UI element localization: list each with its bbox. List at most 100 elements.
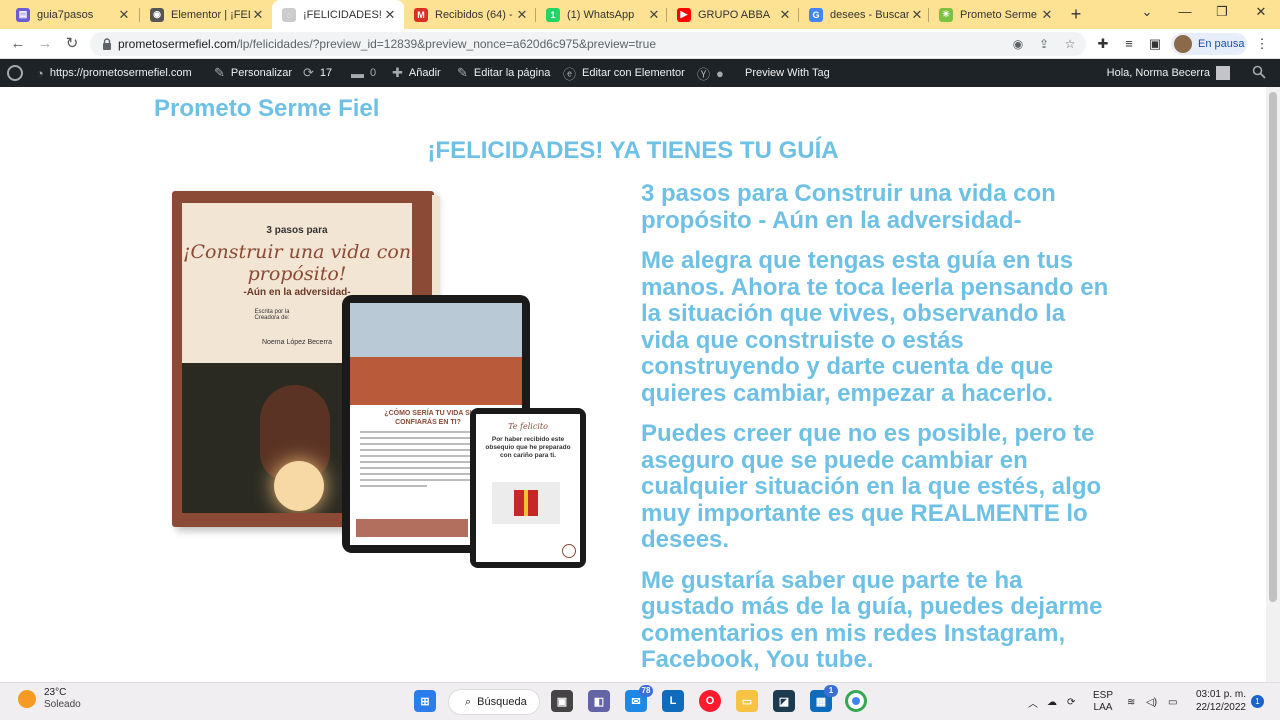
tray-chevron-icon[interactable]: ︿ [1028, 683, 1038, 721]
new-tab-button[interactable]: + [1066, 4, 1086, 24]
clock-time: 03:01 p. m. [1195, 689, 1246, 700]
back-button[interactable]: ← [8, 34, 28, 54]
minimize-button[interactable]: — [1170, 4, 1200, 19]
pencil-icon: ✎ [457, 65, 468, 80]
clock[interactable]: 03:01 p. m. 22/12/2022 [1190, 688, 1246, 714]
maximize-button[interactable]: ❐ [1207, 4, 1237, 20]
browser-tab[interactable]: M Recibidos (64) - n ✕ [404, 0, 536, 29]
wp-preview-tag-link[interactable]: Preview With Tag [745, 59, 830, 87]
close-tab-icon[interactable]: ✕ [116, 7, 132, 23]
monitor-app-icon[interactable]: ◪ [773, 690, 795, 712]
tab-favicon-icon: ✳ [939, 7, 953, 22]
close-tab-icon[interactable]: ✕ [1039, 7, 1055, 23]
tab-separator [928, 8, 929, 22]
weather-widget[interactable]: 23°C Soleado [18, 687, 81, 711]
opera-icon[interactable]: O [699, 690, 721, 712]
url-text: prometosermefiel.com/lp/felicidades/?pre… [118, 37, 657, 51]
wp-logo-menu[interactable] [7, 59, 23, 87]
language-indicator[interactable]: ESP LAA [1093, 683, 1113, 721]
close-tab-icon[interactable]: ✕ [646, 7, 662, 23]
eye-icon[interactable]: ◉ [1010, 37, 1026, 51]
wp-elementor-link[interactable]: ⓔ Editar con Elementor [563, 59, 685, 87]
chrome-icon[interactable] [845, 690, 867, 712]
close-tab-icon[interactable]: ✕ [250, 7, 266, 23]
wifi-icon[interactable]: ≋ [1127, 683, 1135, 721]
browser-tab[interactable]: ▤ guia7pasos ✕ [6, 0, 138, 29]
browser-tab[interactable]: ✳ Prometo Serme F ✕ [929, 0, 1061, 29]
share-icon[interactable]: ⇪ [1036, 37, 1052, 51]
tab-title: Prometo Serme F [960, 8, 1039, 21]
wp-customize-link[interactable]: ✎ Personalizar [214, 59, 292, 87]
scrollbar[interactable] [1266, 87, 1280, 682]
lang-primary: ESP [1093, 690, 1114, 701]
notification-badge[interactable]: 1 [1251, 695, 1264, 708]
page-content: Prometo Serme Fiel ¡FELICIDADES! YA TIEN… [0, 87, 1266, 682]
forward-button[interactable]: → [35, 34, 55, 54]
wp-add-new-link[interactable]: ✚ Añadir [392, 59, 441, 87]
store-icon[interactable]: ▦ 1 [810, 685, 838, 712]
extensions-icon[interactable]: ✚ [1095, 36, 1111, 52]
search-icon[interactable] [1252, 65, 1266, 79]
reload-button[interactable]: ↻ [62, 34, 82, 54]
tab-title: Recibidos (64) - n [435, 8, 514, 21]
close-tab-icon[interactable]: ✕ [909, 7, 925, 23]
cloud-icon[interactable]: ☁ [1047, 683, 1057, 721]
tab-separator [798, 8, 799, 22]
close-window-button[interactable]: ✕ [1246, 4, 1276, 20]
guide-mockup-image: 3 pasos para ¡Construir una vida con pro… [168, 191, 588, 571]
wp-yoast-link[interactable]: Ⓨ ● [697, 59, 730, 87]
side-panel-icon[interactable]: ▣ [1147, 36, 1163, 52]
browser-tab[interactable]: Gdesees - Buscar c✕ [799, 0, 931, 29]
mail-icon[interactable]: ✉ 78 [625, 685, 653, 712]
windows-start-icon[interactable]: ⊞ [414, 690, 436, 712]
page-heading: ¡FELICIDADES! YA TIENES TU GUÍA [427, 137, 839, 164]
plus-icon: ✚ [392, 65, 403, 80]
tab-favicon-icon: M [414, 7, 428, 22]
site-title[interactable]: Prometo Serme Fiel [154, 95, 379, 123]
browser-toolbar: ← → ↻ prometosermefiel.com/lp/felicidade… [0, 29, 1280, 59]
scrollbar-thumb[interactable] [1269, 92, 1277, 602]
browser-tab[interactable]: ◉ Elementor | ¡FELIC✕ [140, 0, 272, 29]
tab-favicon-icon: ▶ [677, 7, 691, 22]
lock-icon[interactable] [100, 37, 114, 51]
taskbar-search-label: Búsqueda [477, 696, 527, 708]
close-tab-icon[interactable]: ✕ [777, 7, 793, 23]
close-tab-icon[interactable]: ✕ [382, 7, 398, 23]
task-view-icon[interactable]: ▣ [551, 690, 573, 712]
wp-edit-page-link[interactable]: ✎ Editar la página [457, 59, 550, 87]
phone-greeting: Te felicito [508, 422, 548, 431]
wp-preview-label: Preview With Tag [745, 67, 830, 79]
tab-favicon-icon: 1 [546, 7, 560, 22]
battery-icon[interactable]: ▭ [1168, 683, 1177, 721]
tab-favicon-icon: ▤ [16, 7, 30, 22]
menu-icon[interactable]: ⋮ [1254, 36, 1270, 52]
tab-separator [666, 8, 667, 22]
comment-icon: ▬ [351, 65, 364, 81]
book-line1: 3 pasos para [266, 225, 328, 236]
sync-icon[interactable]: ⟳ [1067, 683, 1075, 721]
wp-account-menu[interactable]: Hola, Norma Becerra [1107, 59, 1230, 87]
reading-list-icon[interactable]: ≡ [1121, 36, 1137, 52]
avatar [1174, 35, 1192, 53]
chat-icon[interactable]: ◧ [588, 690, 610, 712]
close-tab-icon[interactable]: ✕ [514, 7, 530, 23]
app-l-icon[interactable]: L [662, 690, 684, 712]
star-icon[interactable]: ☆ [1062, 37, 1078, 51]
file-explorer-icon[interactable]: ▭ [736, 690, 758, 712]
wp-site-link[interactable]: ◔ https://prometosermefiel.com [36, 59, 192, 87]
lang-secondary: LAA [1093, 702, 1113, 713]
tab-search-icon[interactable]: ⌄ [1132, 4, 1162, 20]
tab-title: desees - Buscar c [830, 8, 909, 21]
volume-icon[interactable]: ◁) [1146, 683, 1157, 721]
taskbar-search[interactable]: ⌕ Búsqueda [448, 689, 540, 715]
profile-button[interactable]: En pausa [1171, 33, 1247, 55]
browser-tab[interactable]: 1 (1) WhatsApp ✕ [536, 0, 668, 29]
wp-updates-count: 17 [319, 67, 333, 79]
wp-admin-bar: ◔ https://prometosermefiel.com ✎ Personali… [0, 59, 1280, 87]
wp-updates-link[interactable]: ⟳ 17 [303, 59, 332, 87]
wp-comments-link[interactable]: ▬ 0 [351, 59, 376, 87]
brand-logo [562, 544, 576, 558]
address-bar[interactable]: prometosermefiel.com/lp/felicidades/?pre… [90, 32, 1086, 56]
browser-tab[interactable]: ◌ ¡FELICIDADES! - h✕ [272, 0, 404, 29]
browser-tab[interactable]: ▶ GRUPO ABBA ✕ [667, 0, 799, 29]
